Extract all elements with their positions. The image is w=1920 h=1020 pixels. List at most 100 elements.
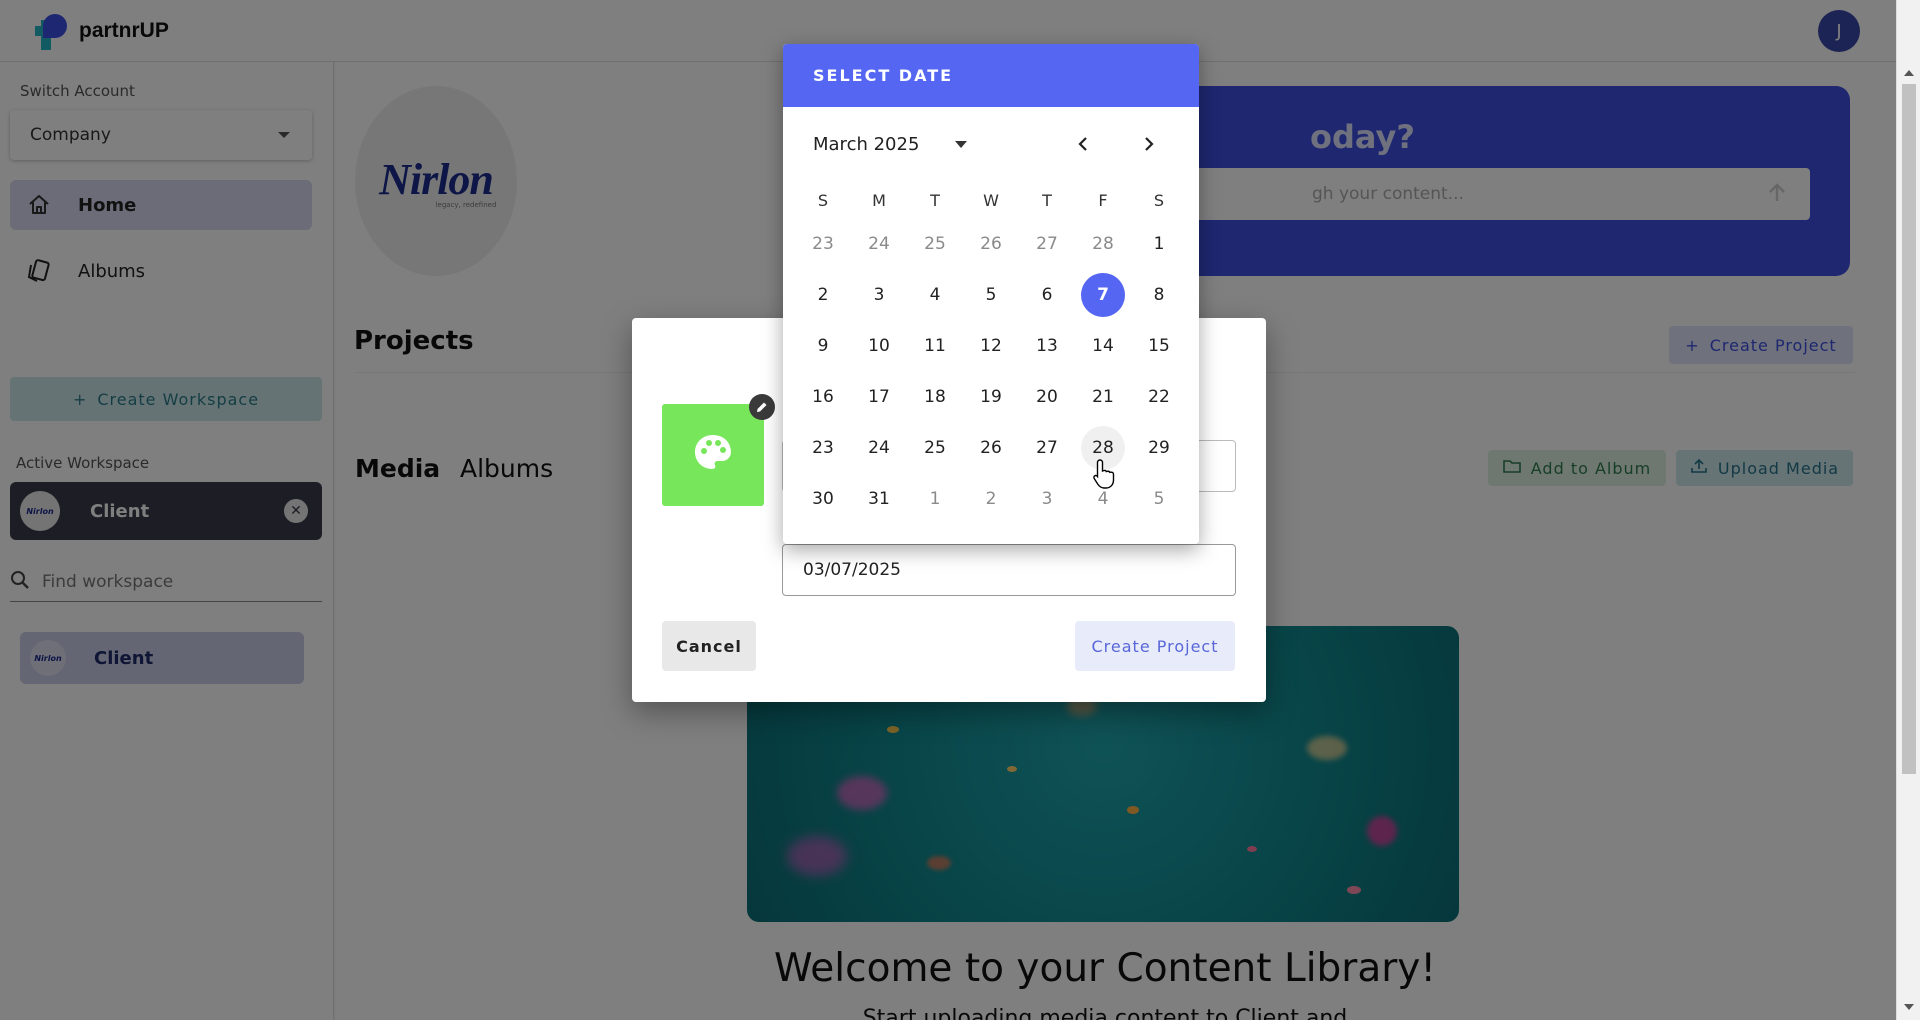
calendar-day-number: 23: [812, 437, 834, 458]
calendar-day[interactable]: 25: [907, 218, 963, 269]
calendar-day-number: 14: [1092, 335, 1114, 356]
calendar-day[interactable]: 18: [907, 371, 963, 422]
calendar-day[interactable]: 2: [795, 269, 851, 320]
project-color-tile[interactable]: [662, 404, 764, 506]
calendar-day[interactable]: 5: [963, 269, 1019, 320]
calendar-day[interactable]: 8: [1131, 269, 1187, 320]
calendar-day-number: 5: [1153, 488, 1165, 509]
calendar-day[interactable]: 31: [851, 473, 907, 524]
calendar-day-number: 21: [1092, 386, 1114, 407]
weekday-label: S: [1153, 191, 1165, 210]
calendar-day-number: 30: [812, 488, 834, 509]
date-picker: SELECT DATE March 2025 SMTWTFS 23 24 25 26 2…: [783, 44, 1199, 544]
hand-cursor-icon: [1092, 458, 1118, 494]
calendar-day[interactable]: 29: [1131, 422, 1187, 473]
calendar-day-number: 1: [1153, 233, 1165, 254]
weekday-label: W: [983, 191, 999, 210]
calendar-day-number: 24: [868, 437, 890, 458]
cancel-button[interactable]: Cancel: [662, 621, 756, 671]
calendar-day-number: 15: [1148, 335, 1170, 356]
calendar-day[interactable]: 6: [1019, 269, 1075, 320]
calendar-day[interactable]: 22: [1131, 371, 1187, 422]
calendar-day[interactable]: 23: [795, 422, 851, 473]
calendar-day[interactable]: 28: [1075, 218, 1131, 269]
calendar-day-number: 6: [1041, 284, 1053, 305]
calendar-day-number: 25: [924, 437, 946, 458]
calendar-day-number: 23: [812, 233, 834, 254]
calendar-day[interactable]: 26: [963, 422, 1019, 473]
scroll-down-icon[interactable]: [1904, 1004, 1914, 1010]
calendar-day[interactable]: 27: [1019, 422, 1075, 473]
calendar-day[interactable]: 20: [1019, 371, 1075, 422]
calendar-week-row: 23 24 25 26 27 28 1: [795, 218, 1187, 269]
calendar-day[interactable]: 19: [963, 371, 1019, 422]
project-date-field[interactable]: 03/07/2025: [782, 544, 1236, 596]
calendar-day-number: 16: [812, 386, 834, 407]
calendar-day-number: 4: [929, 284, 941, 305]
month-selector-row: March 2025: [813, 124, 1183, 164]
calendar-day[interactable]: 24: [851, 422, 907, 473]
caret-down-icon[interactable]: [955, 140, 968, 148]
calendar-day-number: 11: [924, 335, 946, 356]
calendar-week-row: 9 10 11 12 13 14 15: [795, 320, 1187, 371]
calendar-day[interactable]: 25: [907, 422, 963, 473]
calendar-day[interactable]: 3: [851, 269, 907, 320]
calendar-day-number: 27: [1036, 233, 1058, 254]
calendar-day[interactable]: 3: [1019, 473, 1075, 524]
chevron-right-icon[interactable]: [1135, 130, 1163, 158]
weekday-label: F: [1098, 191, 1108, 210]
calendar-day-number: 26: [980, 233, 1002, 254]
calendar-day[interactable]: 11: [907, 320, 963, 371]
calendar-day-number: 3: [1041, 488, 1053, 509]
calendar-day[interactable]: 24: [851, 218, 907, 269]
calendar-day-number: 1: [929, 488, 941, 509]
calendar-day-number: 7: [1081, 272, 1125, 317]
calendar-day-number: 22: [1148, 386, 1170, 407]
calendar-day[interactable]: 23: [795, 218, 851, 269]
calendar-day-number: 8: [1153, 284, 1165, 305]
calendar-day-number: 24: [868, 233, 890, 254]
month-year-label[interactable]: March 2025: [813, 134, 919, 155]
calendar-day-number: 5: [985, 284, 997, 305]
calendar-day-number: 9: [817, 335, 829, 356]
calendar-day[interactable]: 10: [851, 320, 907, 371]
calendar-day-number: 12: [980, 335, 1002, 356]
calendar-day[interactable]: 27: [1019, 218, 1075, 269]
calendar-day-number: 26: [980, 437, 1002, 458]
calendar-week-row: 16 17 18 19 20 21 22: [795, 371, 1187, 422]
scroll-up-icon[interactable]: [1904, 70, 1914, 76]
calendar-day[interactable]: 17: [851, 371, 907, 422]
calendar-day-number: 2: [817, 284, 829, 305]
calendar-day-number: 20: [1036, 386, 1058, 407]
calendar-day[interactable]: 2: [963, 473, 1019, 524]
palette-icon: [691, 431, 735, 479]
calendar-week-row: 30 31 1 2 3 4 5: [795, 473, 1187, 524]
calendar-day[interactable]: 21: [1075, 371, 1131, 422]
calendar-day[interactable]: 14: [1075, 320, 1131, 371]
calendar-day-number: 19: [980, 386, 1002, 407]
calendar-day[interactable]: 1: [1131, 218, 1187, 269]
date-picker-header: SELECT DATE: [783, 44, 1199, 107]
scrollbar-thumb[interactable]: [1902, 84, 1916, 774]
edit-icon[interactable]: [749, 394, 775, 420]
calendar-grid: SMTWTFS 23 24 25 26 27 28 1 2 3 4 5 6 7 8 9 10 11 12 13 14 1…: [795, 184, 1187, 524]
calendar-day[interactable]: 30: [795, 473, 851, 524]
calendar-day[interactable]: 15: [1131, 320, 1187, 371]
calendar-day-number: 27: [1036, 437, 1058, 458]
calendar-day[interactable]: 9: [795, 320, 851, 371]
calendar-day[interactable]: 26: [963, 218, 1019, 269]
page-scrollbar[interactable]: [1896, 0, 1920, 1020]
calendar-day[interactable]: 12: [963, 320, 1019, 371]
calendar-day-selected[interactable]: 7: [1075, 269, 1131, 320]
weekday-header-row: SMTWTFS: [795, 184, 1187, 218]
calendar-day[interactable]: 16: [795, 371, 851, 422]
weekday-label: M: [872, 191, 886, 210]
calendar-day-number: 28: [1092, 233, 1114, 254]
create-project-submit-button[interactable]: Create Project: [1075, 621, 1235, 671]
chevron-left-icon[interactable]: [1069, 130, 1097, 158]
calendar-day[interactable]: 5: [1131, 473, 1187, 524]
calendar-day[interactable]: 1: [907, 473, 963, 524]
calendar-day[interactable]: 4: [907, 269, 963, 320]
calendar-week-row: 2 3 4 5 6 7 8: [795, 269, 1187, 320]
calendar-day[interactable]: 13: [1019, 320, 1075, 371]
